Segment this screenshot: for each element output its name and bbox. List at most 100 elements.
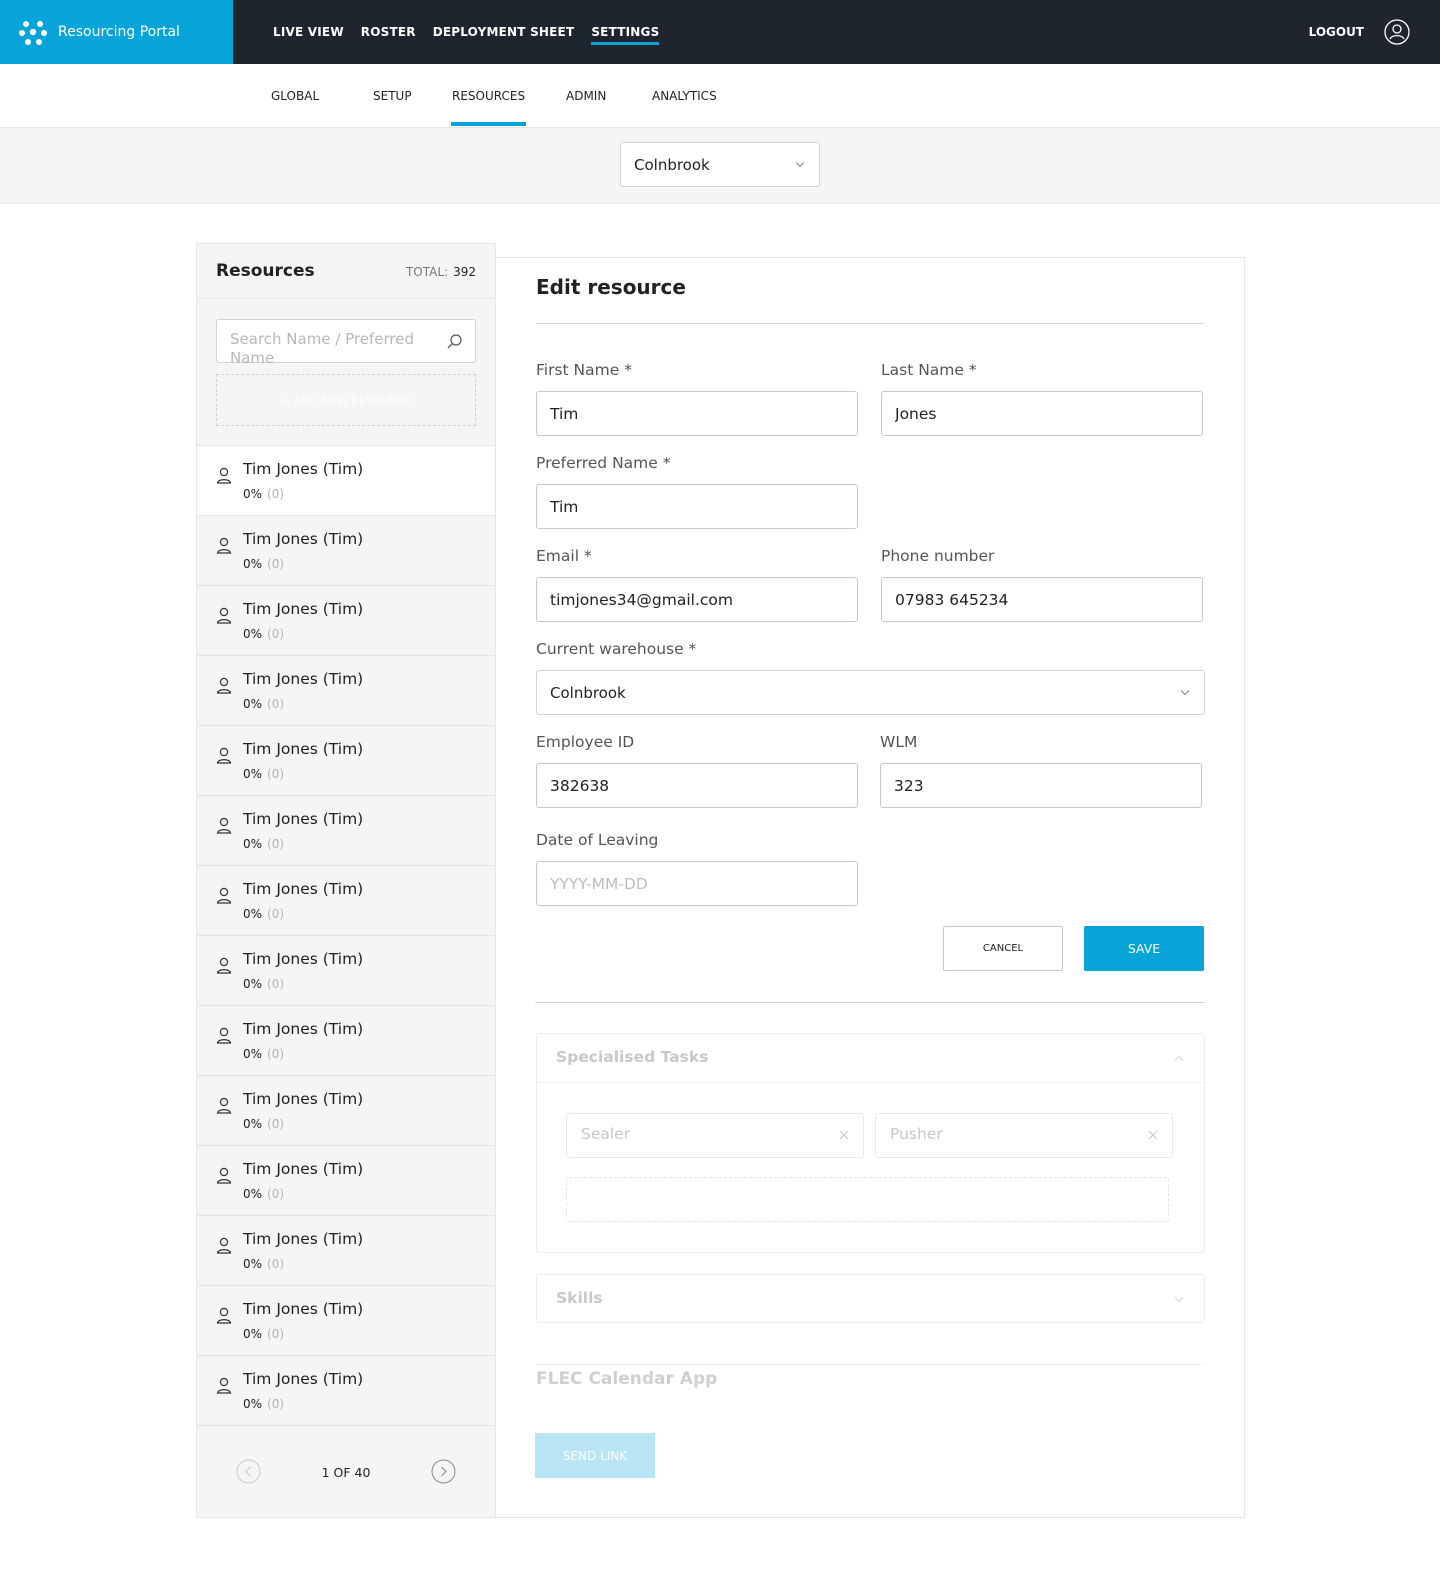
search-icon[interactable] — [446, 333, 463, 350]
first-name-input[interactable] — [537, 392, 857, 435]
last-name-input[interactable] — [882, 392, 1202, 435]
add-task-slot[interactable] — [566, 1177, 1169, 1222]
nav-roster[interactable]: ROSTER — [361, 25, 416, 39]
list-item[interactable]: Tim Jones (Tim) 0% (0) — [197, 1075, 495, 1145]
resource-count: (0) — [267, 977, 285, 991]
chevron-down-icon — [795, 161, 805, 167]
phone-field — [881, 577, 1203, 622]
tab-resources[interactable]: RESOURCES — [450, 89, 527, 126]
phone-input[interactable] — [882, 578, 1202, 621]
specialised-tasks-header[interactable]: Specialised Tasks — [537, 1034, 1204, 1083]
resource-stats: 0% (0) — [243, 837, 284, 851]
nav-deployment-sheet[interactable]: DEPLOYMENT SHEET — [433, 25, 575, 39]
resource-percent: 0% — [243, 977, 263, 991]
employee-id-label: Employee ID — [536, 733, 635, 751]
save-button[interactable]: SAVE — [1084, 926, 1204, 971]
preferred-name-input[interactable] — [537, 485, 857, 528]
resource-count: (0) — [267, 627, 285, 641]
list-item[interactable]: Tim Jones (Tim) 0% (0) — [197, 1145, 495, 1215]
list-item[interactable]: Tim Jones (Tim) 0% (0) — [197, 1215, 495, 1285]
wlm-input[interactable] — [881, 764, 1201, 807]
last-name-field — [881, 391, 1203, 436]
list-item[interactable]: Tim Jones (Tim) 0% (0) — [197, 935, 495, 1005]
resource-percent: 0% — [243, 1117, 263, 1131]
resource-count: (0) — [267, 1257, 285, 1271]
list-item[interactable]: Tim Jones (Tim) 0% (0) — [197, 865, 495, 935]
tab-analytics[interactable]: ANALYTICS — [652, 89, 717, 103]
person-icon — [216, 677, 232, 694]
list-item[interactable]: Tim Jones (Tim) 0% (0) — [197, 795, 495, 865]
flec-title: FLEC Calendar App — [536, 1369, 718, 1389]
logout-link[interactable]: LOGOUT — [1309, 25, 1364, 39]
preferred-name-field — [536, 484, 858, 529]
tab-global[interactable]: GLOBAL — [271, 89, 319, 103]
next-page-icon[interactable] — [431, 1459, 456, 1484]
resource-name: Tim Jones (Tim) — [243, 1300, 364, 1318]
resource-count: (0) — [267, 1117, 285, 1131]
resources-total: TOTAL: 392 — [406, 265, 476, 279]
total-value: 392 — [453, 265, 476, 279]
resource-percent: 0% — [243, 1257, 263, 1271]
wlm-field — [880, 763, 1202, 808]
logo-icon — [19, 21, 47, 45]
person-icon — [216, 1237, 232, 1254]
list-item[interactable]: Tim Jones (Tim) 0% (0) — [197, 1355, 495, 1425]
resource-stats: 0% (0) — [243, 697, 284, 711]
nav-live-view[interactable]: LIVE VIEW — [273, 25, 344, 39]
warehouse-select-value: Colnbrook — [634, 155, 710, 174]
cancel-button[interactable]: CANCEL — [943, 926, 1063, 971]
resource-name: Tim Jones (Tim) — [243, 460, 364, 478]
person-icon — [216, 607, 232, 624]
search-box: Search Name / Preferred Name — [216, 319, 476, 367]
resource-stats: 0% (0) — [243, 977, 284, 991]
list-item[interactable]: Tim Jones (Tim) 0% (0) — [197, 725, 495, 795]
resource-count: (0) — [267, 1397, 285, 1411]
user-account-icon[interactable] — [1384, 19, 1410, 45]
person-icon — [216, 1027, 232, 1044]
person-icon — [216, 1377, 232, 1394]
remove-icon[interactable] — [839, 1130, 849, 1140]
remove-icon[interactable] — [1148, 1130, 1158, 1140]
resource-count: (0) — [267, 557, 285, 571]
date-of-leaving-label: Date of Leaving — [536, 831, 659, 849]
chevron-down-icon — [1174, 1297, 1184, 1303]
date-of-leaving-input[interactable] — [537, 862, 857, 905]
tab-setup[interactable]: SETUP — [373, 89, 412, 103]
skills-section[interactable]: Skills — [536, 1274, 1205, 1323]
warehouse-select[interactable]: Colnbrook — [620, 142, 820, 187]
resources-header: Resources TOTAL: 392 — [197, 244, 495, 299]
task-tag-label: Pusher — [890, 1125, 943, 1143]
resource-stats: 0% (0) — [243, 557, 284, 571]
current-warehouse-select[interactable]: Colnbrook — [536, 670, 1205, 715]
resource-stats: 0% (0) — [243, 1187, 284, 1201]
email-input[interactable] — [537, 578, 857, 621]
warehouse-label: Current warehouse * — [536, 640, 697, 658]
resource-percent: 0% — [243, 557, 263, 571]
resource-name: Tim Jones (Tim) — [243, 740, 364, 758]
person-icon — [216, 1167, 232, 1184]
send-link-button[interactable]: SEND LINK — [535, 1433, 655, 1478]
list-item[interactable]: Tim Jones (Tim) 0% (0) — [197, 1285, 495, 1355]
brand[interactable]: Resourcing Portal — [0, 0, 233, 64]
person-icon — [216, 747, 232, 764]
search-input[interactable] — [217, 320, 442, 362]
list-item[interactable]: Tim Jones (Tim) 0% (0) — [197, 445, 495, 515]
add-new-resource-button[interactable]: + ADD NEW RESOURCE — [216, 374, 476, 426]
warehouse-bar: Colnbrook — [0, 128, 1440, 204]
chevron-up-icon — [1174, 1055, 1184, 1061]
person-icon — [216, 1097, 232, 1114]
list-item[interactable]: Tim Jones (Tim) 0% (0) — [197, 655, 495, 725]
list-item[interactable]: Tim Jones (Tim) 0% (0) — [197, 585, 495, 655]
list-item[interactable]: Tim Jones (Tim) 0% (0) — [197, 515, 495, 585]
pagination: 1 OF 40 — [197, 1457, 495, 1487]
last-name-label: Last Name * — [881, 361, 977, 379]
resource-percent: 0% — [243, 1397, 263, 1411]
resources-title: Resources — [216, 261, 315, 281]
main-nav: LIVE VIEW ROSTER DEPLOYMENT SHEET SETTIN… — [273, 0, 676, 64]
person-icon — [216, 887, 232, 904]
nav-settings[interactable]: SETTINGS — [591, 25, 660, 45]
resource-percent: 0% — [243, 487, 263, 501]
list-item[interactable]: Tim Jones (Tim) 0% (0) — [197, 1005, 495, 1075]
employee-id-input[interactable] — [537, 764, 857, 807]
tab-admin[interactable]: ADMIN — [566, 89, 606, 103]
